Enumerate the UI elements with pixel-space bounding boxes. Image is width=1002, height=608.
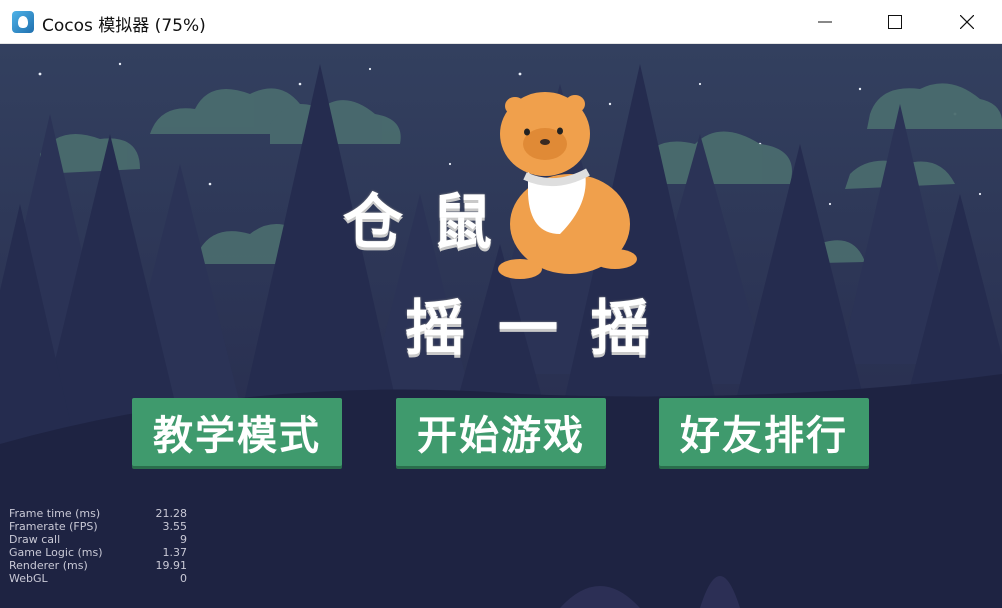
stat-row: Draw call 9 [9,533,187,546]
stat-row: WebGL 0 [9,572,187,585]
stat-label: Game Logic (ms) [9,546,103,559]
title-char-4: 一 [498,294,558,364]
stat-row: Frame time (ms) 21.28 [9,507,187,520]
game-canvas[interactable]: 仓 鼠 摇 一 摇 教学模式 开始游戏 好友排行 Frame time (ms)… [0,44,1002,608]
title-char-1: 仓 [343,188,403,258]
stat-label: Framerate (FPS) [9,520,98,533]
start-game-label: 开始游戏 [417,413,585,459]
stat-label: Renderer (ms) [9,559,88,572]
close-button[interactable] [932,0,1002,44]
stat-row: Game Logic (ms) 1.37 [9,546,187,559]
tutorial-mode-label: 教学模式 [153,413,321,459]
debug-stats-panel: Frame time (ms) 21.28 Framerate (FPS) 3.55… [9,507,187,585]
title-char-2: 鼠 [432,188,492,258]
close-icon [960,15,974,29]
window-titlebar: Cocos 模拟器 (75%) [0,0,1002,44]
title-char-5: 摇 [590,294,650,364]
maximize-button[interactable] [860,0,930,44]
stat-value: 19.91 [155,559,188,572]
minimize-button[interactable] [790,0,860,44]
friend-ranking-label: 好友排行 [680,413,848,459]
stat-value: 1.37 [162,546,188,559]
maximize-icon [888,15,902,29]
stat-row: Renderer (ms) 19.91 [9,559,187,572]
tutorial-mode-button[interactable]: 教学模式 [132,398,342,466]
stat-value: 9 [180,533,187,546]
stat-value: 3.55 [162,520,188,533]
start-game-button[interactable]: 开始游戏 [396,398,606,466]
stat-label: WebGL [9,572,48,585]
stat-value: 21.28 [155,507,188,520]
friend-ranking-button[interactable]: 好友排行 [659,398,869,466]
stat-value: 0 [180,572,187,585]
window-title: Cocos 模拟器 (75%) [42,16,206,36]
cocos-app-icon [12,11,34,33]
minimize-icon [818,21,832,23]
stat-label: Draw call [9,533,61,546]
stat-label: Frame time (ms) [9,507,101,520]
title-char-3: 摇 [405,294,465,364]
stat-row: Framerate (FPS) 3.55 [9,520,187,533]
